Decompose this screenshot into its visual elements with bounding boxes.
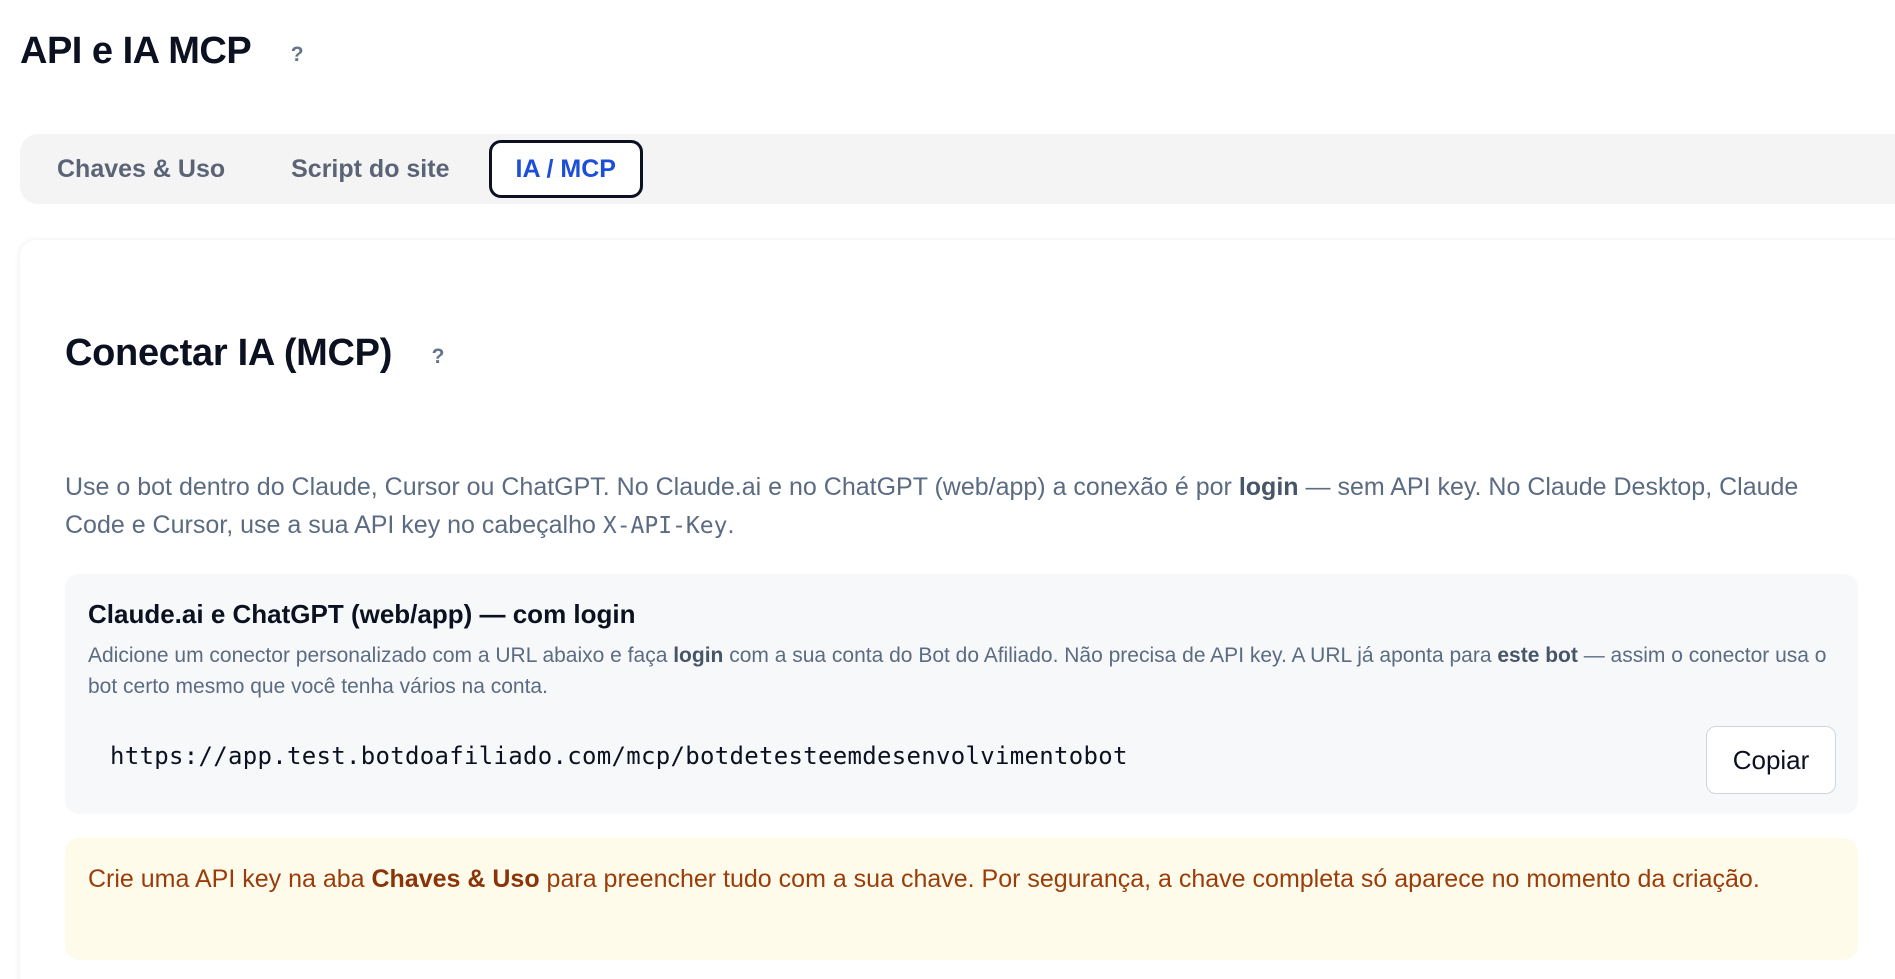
intro-text: Use o bot dentro do Claude, Cursor ou Ch… xyxy=(65,468,1865,545)
login-desc-part2: com a sua conta do Bot do Afiliado. Não … xyxy=(723,644,1498,667)
warning-part2: para preencher tudo com a sua chave. Por… xyxy=(539,865,1760,893)
login-desc-bold-login: login xyxy=(673,644,724,667)
warning-text: Crie uma API key na aba Chaves & Uso par… xyxy=(88,860,1838,898)
intro-bold-login: login xyxy=(1238,473,1299,501)
section-title: Conectar IA (MCP) xyxy=(65,332,393,374)
api-mcp-page: API e IA MCP ? Chaves & Uso Script do si… xyxy=(0,0,1895,979)
intro-header-code: X-API-Key xyxy=(602,513,728,539)
section-help-icon[interactable]: ? xyxy=(426,345,450,369)
tab-chaves-uso[interactable]: Chaves & Uso xyxy=(30,140,252,198)
intro-part1: Use o bot dentro do Claude, Cursor ou Ch… xyxy=(65,473,1239,501)
page-header: API e IA MCP ? xyxy=(20,30,309,73)
login-box-description: Adicione um conector personalizado com a… xyxy=(88,640,1833,702)
login-box-title: Claude.ai e ChatGPT (web/app) — com logi… xyxy=(88,599,636,629)
login-desc-bold-este-bot: este bot xyxy=(1497,644,1578,667)
warning-box: Crie uma API key na aba Chaves & Uso par… xyxy=(65,838,1858,960)
page-title: API e IA MCP xyxy=(20,30,252,72)
warning-bold-chaves-uso: Chaves & Uso xyxy=(371,865,540,893)
mcp-card: Conectar IA (MCP) ? Use o bot dentro do … xyxy=(20,240,1895,979)
tab-ia-mcp[interactable]: IA / MCP xyxy=(488,140,643,198)
login-desc-part1: Adicione um conector personalizado com a… xyxy=(88,644,674,667)
tab-bar: Chaves & Uso Script do site IA / MCP xyxy=(20,134,1895,204)
page-help-icon[interactable]: ? xyxy=(285,43,309,67)
mcp-url[interactable]: https://app.test.botdoafiliado.com/mcp/b… xyxy=(110,742,1128,770)
copy-url-button[interactable]: Copiar xyxy=(1706,726,1836,794)
intro-part3: . xyxy=(727,511,735,539)
section-header: Conectar IA (MCP) ? xyxy=(65,332,450,375)
warning-part1: Crie uma API key na aba xyxy=(88,865,372,893)
tab-script-site[interactable]: Script do site xyxy=(264,140,476,198)
login-connector-box: Claude.ai e ChatGPT (web/app) — com logi… xyxy=(65,574,1858,814)
